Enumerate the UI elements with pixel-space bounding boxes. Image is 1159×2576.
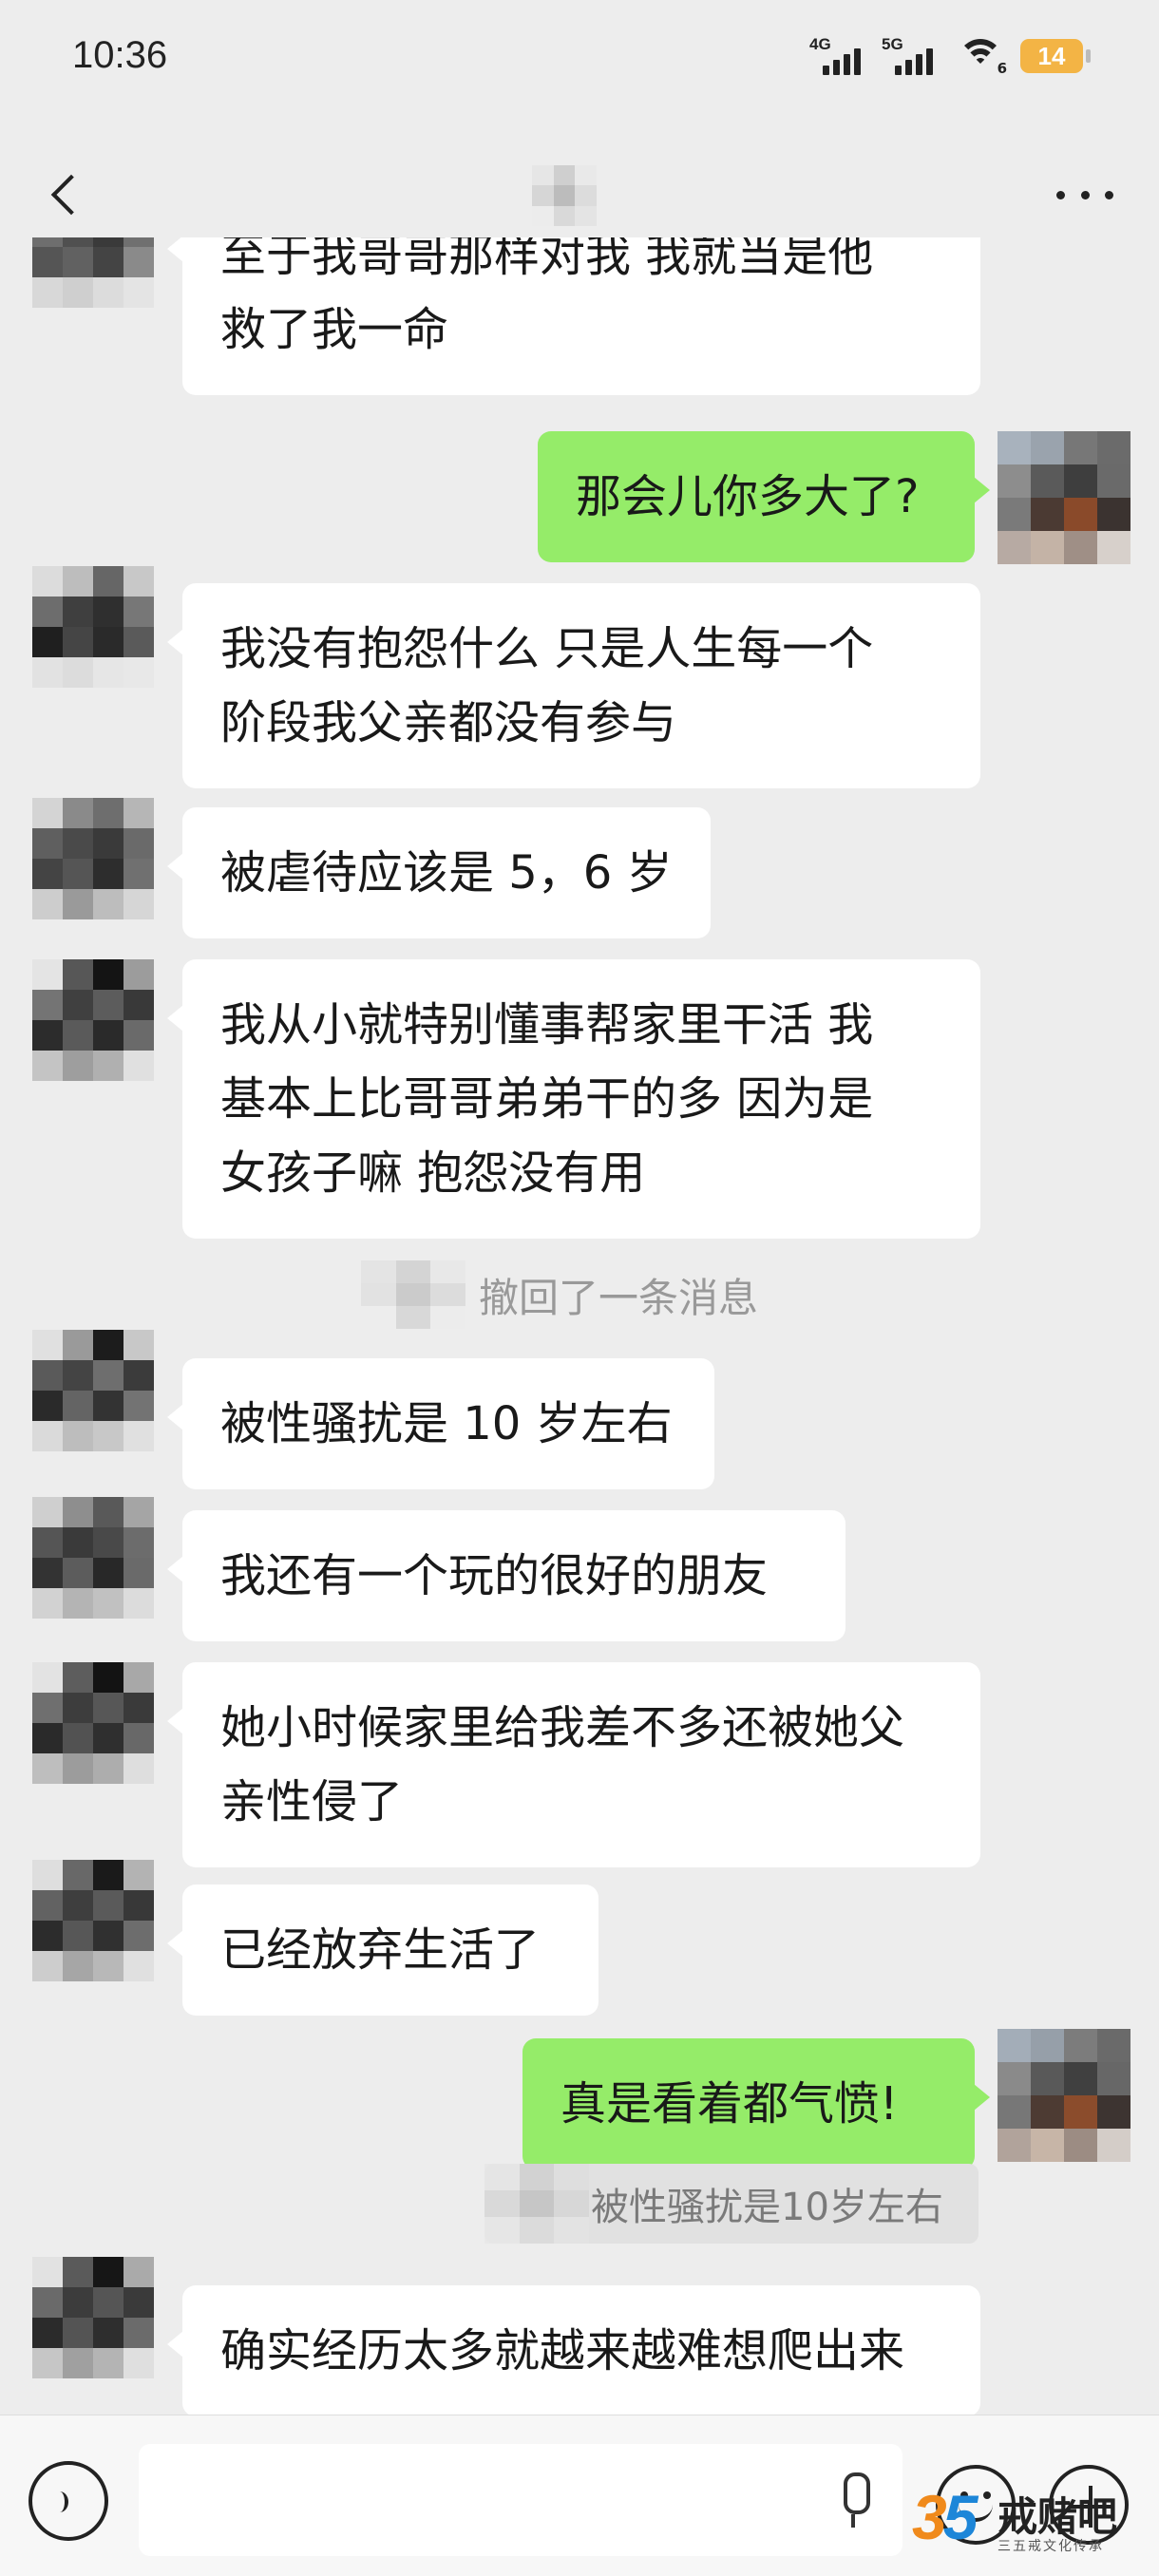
- avatar[interactable]: [32, 1497, 154, 1619]
- message-bubble[interactable]: 我从小就特别懂事帮家里干活 我 基本上比哥哥弟弟干的多 因为是 女孩子嘛 抱怨没…: [167, 959, 980, 1239]
- avatar[interactable]: [32, 1662, 154, 1784]
- watermark-subtitle: 三五戒文化传承: [998, 2539, 1104, 2554]
- avatar[interactable]: [32, 237, 154, 338]
- message-bubble-sent[interactable]: 那会儿你多大了?: [538, 431, 990, 562]
- recaller-name-pixelated: [361, 1260, 466, 1329]
- chat-area[interactable]: 至于我哥哥那样对我 我就当是他 救了我一命 那会儿你多大了? 我没有抱怨什么 只…: [0, 237, 1159, 2415]
- signal-5g-icon: 5G: [882, 35, 940, 77]
- voice-mode-icon[interactable]: [28, 2461, 108, 2541]
- status-icons: 4G 5G 6 14: [809, 32, 1091, 80]
- message-input[interactable]: [139, 2444, 902, 2556]
- message-bubble[interactable]: 至于我哥哥那样对我 我就当是他 救了我一命: [167, 237, 980, 395]
- wifi-icon: 6: [954, 35, 1007, 77]
- more-options-button[interactable]: [1056, 180, 1113, 209]
- recall-text: 撤回了一条消息: [479, 1274, 759, 1321]
- avatar[interactable]: [32, 959, 154, 1081]
- message-bubble[interactable]: 被虐待应该是 5，6 岁: [167, 807, 711, 938]
- message-bubble[interactable]: 已经放弃生活了: [167, 1885, 598, 2016]
- message-bubble-sent[interactable]: 真是看着都气愤!: [522, 2038, 990, 2169]
- quoted-message[interactable]: 被性骚扰是10岁左右: [484, 2164, 978, 2244]
- avatar[interactable]: [32, 566, 154, 688]
- avatar[interactable]: [32, 1860, 154, 1981]
- status-bar: 10:36 4G 5G 6 14: [0, 0, 1159, 123]
- avatar-self[interactable]: [998, 431, 1130, 564]
- message-bubble[interactable]: 确实经历太多就越来越难想爬出来: [167, 2285, 980, 2415]
- watermark-number: 35: [912, 2482, 978, 2552]
- quote-text: 被性骚扰是10岁左右: [591, 2186, 943, 2229]
- wifi-sub-label: 6: [997, 60, 1007, 77]
- signal-4g-icon: 4G: [809, 35, 868, 77]
- status-time: 10:36: [72, 34, 168, 76]
- avatar[interactable]: [32, 2257, 154, 2378]
- avatar[interactable]: [32, 798, 154, 919]
- battery-icon: 14: [1020, 39, 1091, 73]
- recall-notice: 撤回了一条消息: [361, 1259, 758, 1331]
- avatar-self[interactable]: [998, 2029, 1130, 2162]
- quote-sender-pixelated: [484, 2164, 589, 2244]
- watermark-logo: 35 戒赌吧 三五戒文化传承: [901, 2481, 1140, 2572]
- message-bubble[interactable]: 她小时候家里给我差不多还被她父 亲性侵了: [167, 1662, 980, 1867]
- message-bubble[interactable]: 我还有一个玩的很好的朋友: [167, 1510, 846, 1641]
- message-bubble[interactable]: 我没有抱怨什么 只是人生每一个 阶段我父亲都没有参与: [167, 583, 980, 788]
- back-button[interactable]: [38, 161, 95, 228]
- avatar[interactable]: [32, 1330, 154, 1451]
- contact-name-pixelated: [532, 165, 597, 226]
- message-bubble[interactable]: 被性骚扰是 10 岁左右: [167, 1358, 714, 1489]
- microphone-icon[interactable]: [832, 2472, 874, 2529]
- watermark-name: 戒赌吧: [998, 2493, 1118, 2540]
